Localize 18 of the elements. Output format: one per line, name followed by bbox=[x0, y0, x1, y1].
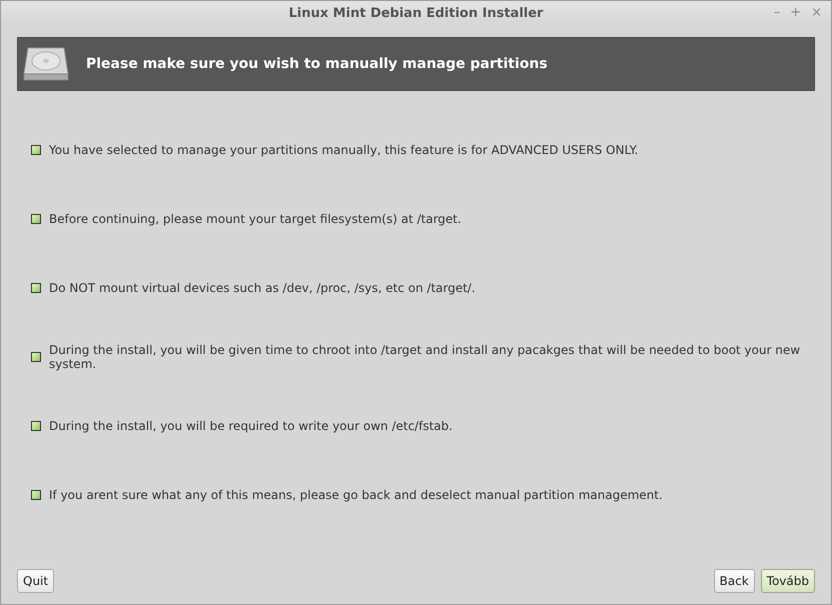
note-text: You have selected to manage your partitions manually, this feature is for ADVANCED USERS ONLY. bbox=[49, 142, 638, 156]
bullet-icon bbox=[31, 144, 41, 154]
page-heading: Please make sure you wish to manually manage partitions bbox=[86, 56, 548, 72]
bullet-icon bbox=[31, 420, 41, 430]
note-text: If you arent sure what any of this means, please go back and deselect manual partition management. bbox=[49, 488, 663, 502]
bullet-icon bbox=[31, 214, 41, 224]
quit-button[interactable]: Quit bbox=[17, 569, 54, 593]
bullet-icon bbox=[31, 490, 41, 500]
hard-disk-icon bbox=[22, 46, 70, 82]
note-text: During the install, you will be given time to chroot into /target and install any pacakges that will be needed to boot your new system. bbox=[49, 342, 802, 370]
bullet-icon bbox=[31, 352, 41, 362]
window-title: Linux Mint Debian Edition Installer bbox=[288, 6, 544, 20]
note-text: During the install, you will be required to write your own /etc/fstab. bbox=[49, 418, 453, 432]
note-text: Do NOT mount virtual devices such as /dev, /proc, /sys, etc on /target/. bbox=[49, 280, 476, 294]
bullet-icon bbox=[31, 282, 41, 292]
note-text: Before continuing, please mount your target filesystem(s) at /target. bbox=[49, 212, 462, 226]
next-button[interactable]: Tovább bbox=[760, 569, 815, 593]
back-button[interactable]: Back bbox=[714, 569, 755, 593]
